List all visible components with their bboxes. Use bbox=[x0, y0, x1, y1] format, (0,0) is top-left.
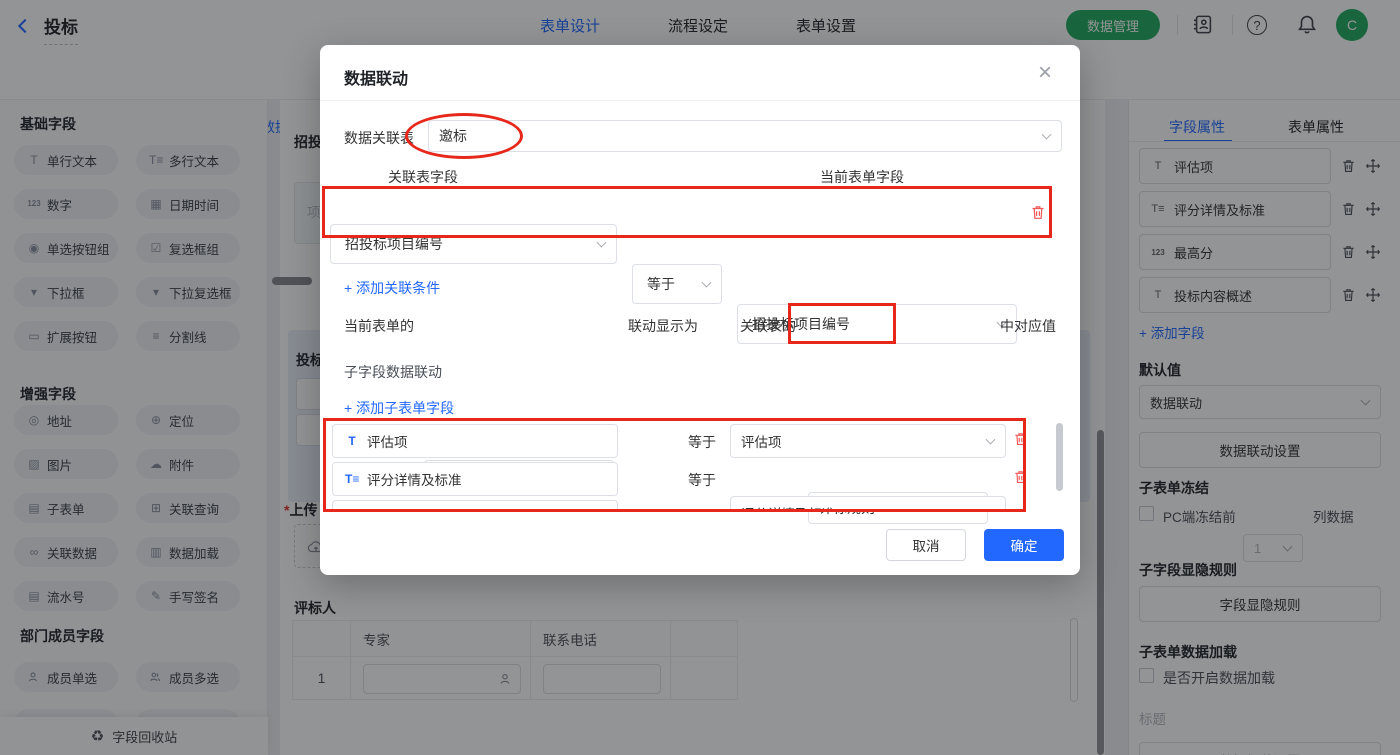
value-suffix-label: 中对应值 bbox=[1000, 318, 1056, 334]
add-condition-link[interactable]: + 添加关联条件 bbox=[344, 278, 440, 298]
relation-table-select[interactable]: 邀标 bbox=[428, 120, 1062, 152]
delete-subfield-icon[interactable] bbox=[1013, 431, 1028, 447]
single-line-text-icon: T bbox=[348, 434, 356, 448]
chevron-down-icon bbox=[701, 277, 712, 288]
multi-line-text-icon: T≡ bbox=[345, 472, 360, 486]
chevron-down-icon bbox=[596, 237, 607, 248]
current-form-label: 当前表单的 bbox=[344, 318, 414, 334]
subfield-row-2-select[interactable]: 评分详情及标准 bbox=[730, 496, 1006, 512]
cancel-button[interactable]: 取消 bbox=[886, 529, 966, 561]
display-as-label: 联动显示为 bbox=[628, 318, 698, 334]
condition-operator-select[interactable]: 等于 bbox=[632, 264, 722, 304]
app-window: 投标 表单设计 流程设定 表单设置 数据管理 ? C 表单外链 后端脚本 数据权… bbox=[0, 0, 1400, 755]
chevron-down-icon bbox=[985, 506, 996, 512]
divider bbox=[320, 100, 1080, 101]
close-icon[interactable]: × bbox=[1038, 61, 1052, 85]
subfield-rows-viewport: T评估项 等于 评估项 T≡评分详情及标准 等于 评分详情及标准 bbox=[325, 418, 1045, 512]
current-form-field-column-header: 当前表单字段 bbox=[820, 169, 904, 185]
subfield-row-2-operator: 等于 bbox=[688, 472, 716, 488]
add-subfield-link[interactable]: + 添加子表单字段 bbox=[344, 398, 454, 418]
relation-of-label: 关联表的 bbox=[740, 318, 796, 334]
chevron-down-icon bbox=[985, 434, 996, 445]
condition-left-select[interactable]: 招投标项目编号 bbox=[330, 224, 617, 264]
subfield-row-2-field[interactable]: T≡ 评分详情及标准 bbox=[332, 462, 618, 496]
subfield-linkage-label: 子字段数据联动 bbox=[344, 364, 442, 380]
subfield-row-3-field-partial[interactable] bbox=[332, 500, 618, 512]
relation-table-label: 数据关联表 bbox=[344, 130, 414, 146]
chevron-down-icon bbox=[1041, 129, 1052, 140]
data-linkage-dialog: 数据联动 × 数据关联表 邀标 关联表字段 当前表单字段 招投标项目编号 等于 … bbox=[320, 45, 1080, 575]
delete-subfield-icon[interactable] bbox=[1013, 469, 1028, 485]
subfield-row-1-select[interactable]: 评估项 bbox=[730, 424, 1006, 458]
delete-condition-icon[interactable] bbox=[1030, 204, 1046, 221]
confirm-button[interactable]: 确定 bbox=[984, 529, 1064, 561]
dialog-title: 数据联动 bbox=[344, 71, 409, 88]
subfield-row-1-field[interactable]: T 评估项 bbox=[332, 424, 618, 458]
relation-field-column-header: 关联表字段 bbox=[388, 169, 458, 185]
dialog-scrollbar-thumb[interactable] bbox=[1056, 423, 1063, 491]
subfield-row-1-operator: 等于 bbox=[688, 434, 716, 450]
